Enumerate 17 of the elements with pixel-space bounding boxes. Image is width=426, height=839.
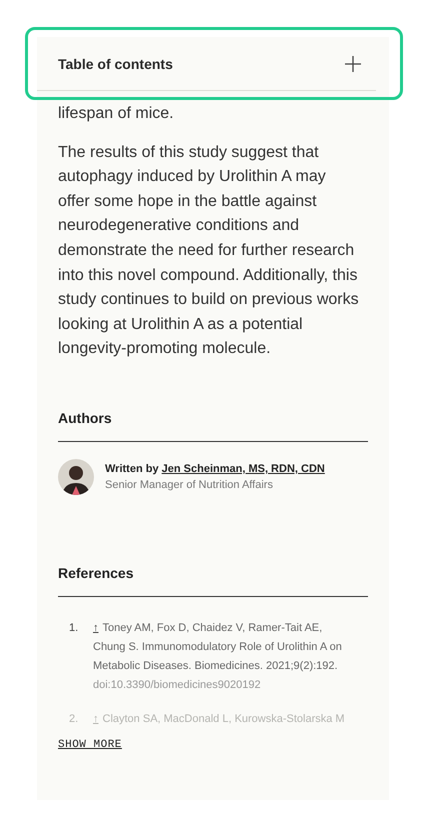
author-role: Senior Manager of Nutrition Affairs <box>105 478 274 491</box>
reference-number: 1. <box>68 620 80 636</box>
article-paragraph: lifespan of mice. <box>58 104 175 124</box>
author-avatar <box>58 458 94 495</box>
reference-text: ↑ Clayton SA, MacDonald L, Kurowska-Stolarska M <box>93 712 345 725</box>
reference-number: 2. <box>68 712 80 725</box>
plus-icon[interactable] <box>344 54 362 72</box>
authors-heading: Authors <box>58 410 368 442</box>
reference-text: ↑ Toney AM, Fox D, Chaidez V, Ramer-Tait AE, Chung S. Immunomodulatory Role of Urolithin A on Metabolic Diseases. Biomedicines. 2021;9(2):192. <box>93 622 342 672</box>
back-link[interactable]: ↑ <box>93 622 98 634</box>
author-link[interactable]: Jen Scheinman, MS, RDN, CDN <box>162 462 325 475</box>
toc-title: Table of contents <box>58 56 173 72</box>
author-byline: Written by Jen Scheinman, MS, RDN, CDN <box>105 462 325 475</box>
references-heading: References <box>58 564 368 597</box>
reference-doi: doi:10.3390/biomedicines9020192 <box>93 678 262 693</box>
show-more-link[interactable]: SHOW MORE <box>58 738 122 751</box>
article-paragraph: The results of this study suggest that autophagy induced by Urolithin A may offer some hope in the battle against neurodegenerative conditions and demonstrate the need for further research into this novel compound. Additionally, this study continues to build on previous works looking at Urolithin A as a potential longevity-promoting molecule. <box>58 142 359 360</box>
